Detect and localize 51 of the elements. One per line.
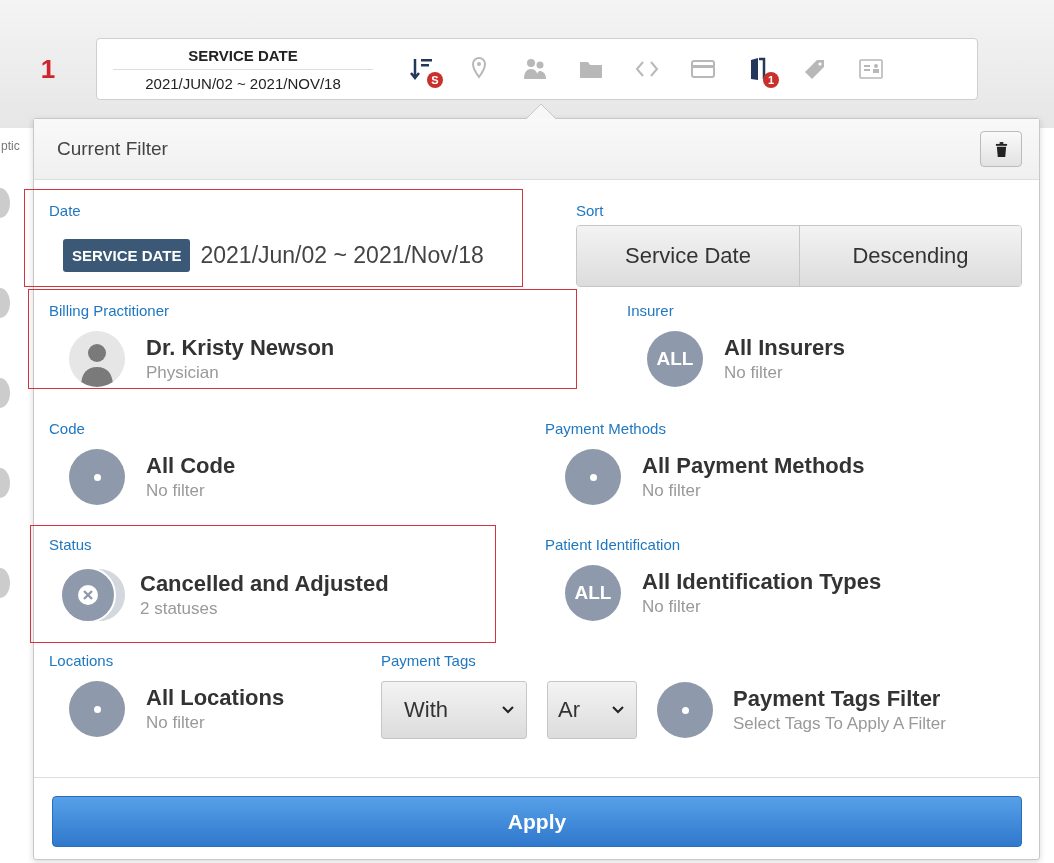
filter-value: All Locations [146,685,285,711]
filter-value: All Code [146,453,236,479]
date-type-tag: SERVICE DATE [63,239,191,272]
panel-title: Current Filter [57,138,168,160]
chevron-icon [612,706,624,714]
filter-detail: No filter [642,597,702,617]
dot-avatar-icon [657,682,713,738]
dot-avatar-icon [565,449,621,505]
section-label: Status [49,536,92,553]
all-avatar: ALL [565,565,621,621]
chevron-icon [502,706,514,714]
dot-avatar-icon [69,681,125,737]
filter-detail: Physician [146,363,220,383]
section-label: Payment Tags [381,652,476,669]
filter-value: All Payment Methods [642,453,865,479]
step-number: 1 [39,54,57,85]
sort-order-button[interactable]: Descending [799,226,1021,286]
date-range: 2021/Jun/02 ~ 2021/Nov/18 [200,242,484,269]
filter-value: Cancelled and Adjusted [140,571,389,597]
filter-value: All Insurers [724,335,846,361]
sort-field-button[interactable]: Service Date [577,226,799,286]
filter-value: All Identification Types [642,569,882,595]
section-label: Locations [49,652,114,669]
trash-icon [994,141,1008,157]
filter-detail: No filter [642,481,702,501]
filter-value: Payment Tags Filter [733,686,942,712]
apply-button[interactable]: Apply [52,796,1022,847]
section-label: Payment Methods [545,420,666,437]
dot-avatar-icon [69,449,125,505]
delete-button[interactable] [980,131,1022,167]
count-badge: S [427,72,443,88]
date-filter-range[interactable]: 2021/JUN/02 ~ 2021/NOV/18 [145,69,341,92]
filter-detail: No filter [146,481,206,501]
section-label: Billing Practitioner [49,302,170,319]
section-label: Code [49,420,85,437]
section-label: Patient Identification [545,536,681,553]
filter-detail: 2 statuses [140,599,219,619]
column-header: ptic [1,139,20,153]
filter-detail: No filter [724,363,784,383]
section-label: Sort [576,202,604,219]
count-badge: 1 [763,72,779,88]
filter-detail: No filter [146,713,206,733]
date-filter-label: SERVICE DATE [113,46,373,70]
person-avatar-icon [69,331,125,387]
section-label: Insurer [627,302,674,319]
dropdown[interactable]: Ar [547,681,637,739]
dropdown[interactable]: With [381,681,527,739]
all-avatar: ALL [647,331,703,387]
filter-value: Dr. Kristy Newson [146,335,335,361]
section-label: Date [49,202,81,219]
filter-detail: Select Tags To Apply A Filter [733,714,946,734]
